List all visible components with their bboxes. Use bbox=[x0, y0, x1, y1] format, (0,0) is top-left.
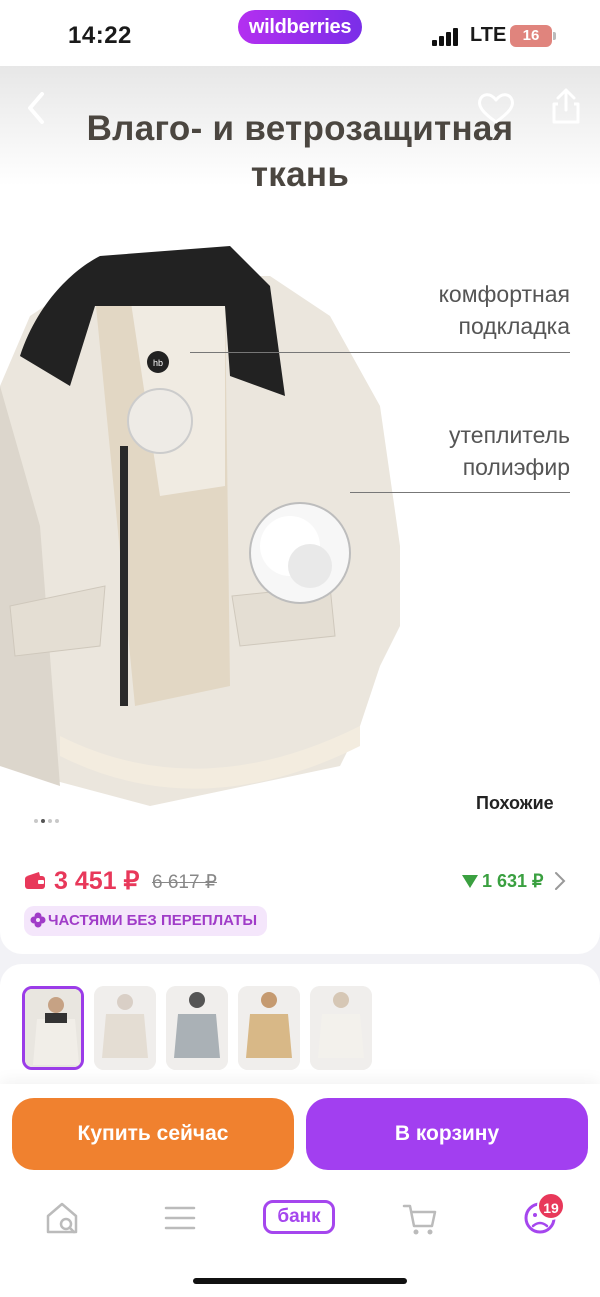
variant-thumb[interactable] bbox=[166, 986, 228, 1070]
variant-thumb[interactable] bbox=[94, 986, 156, 1070]
menu-icon[interactable] bbox=[158, 1198, 202, 1238]
callout-lining-line-2: подкладка bbox=[458, 313, 570, 339]
brand-pill[interactable]: wildberries bbox=[238, 10, 362, 44]
callout-lining-line bbox=[190, 352, 570, 353]
profile-badge: 19 bbox=[537, 1192, 565, 1220]
brand-patch-text: hb bbox=[153, 358, 163, 368]
gallery-pager bbox=[34, 810, 62, 823]
action-bar: Купить сейчас В корзину bbox=[0, 1084, 600, 1184]
headline-line-2: ткань bbox=[250, 155, 350, 194]
network-label: LTE bbox=[470, 24, 507, 46]
callout-insulation-line-1: утеплитель bbox=[449, 422, 570, 448]
installment-text: ЧАСТЯМИ БЕЗ ПЕРЕПЛАТЫ bbox=[48, 912, 258, 929]
share-icon[interactable] bbox=[546, 86, 586, 126]
variant-thumb[interactable] bbox=[310, 986, 372, 1070]
installment-icon bbox=[30, 912, 46, 928]
status-time: 14:22 bbox=[68, 22, 132, 49]
discount-value: 1 631 ₽ bbox=[482, 871, 544, 891]
status-bar: 14:22 wildberries LTE 16 bbox=[0, 0, 600, 66]
tab-bar: банк 19 bbox=[0, 1184, 600, 1297]
discount-amount[interactable]: 1 631 ₽ bbox=[462, 871, 544, 892]
down-arrow-icon bbox=[462, 875, 478, 888]
heart-icon[interactable] bbox=[476, 88, 516, 128]
product-gallery[interactable]: hb Влаго- и ветрозащитная ткань комфортн… bbox=[0, 66, 600, 838]
home-indicator bbox=[193, 1278, 407, 1284]
callout-lining-line-1: комфортная bbox=[438, 281, 570, 307]
callout-insulation: утеплитель полиэфир bbox=[449, 419, 570, 483]
callout-insulation-line bbox=[350, 492, 570, 493]
variant-thumb[interactable] bbox=[22, 986, 84, 1070]
add-to-cart-button[interactable]: В корзину bbox=[306, 1098, 588, 1170]
callout-insulation-line-2: полиэфир bbox=[462, 454, 570, 480]
current-price: 3 451 ₽ bbox=[54, 867, 140, 895]
old-price: 6 617 ₽ bbox=[152, 872, 217, 893]
jacket-image: hb bbox=[0, 246, 400, 806]
price-card: 3 451 ₽ 6 617 ₽ 1 631 ₽ ЧАСТЯМИ БЕЗ ПЕРЕ… bbox=[0, 830, 600, 954]
battery-icon: 16 bbox=[510, 25, 556, 47]
buy-now-button[interactable]: Купить сейчас bbox=[12, 1098, 294, 1170]
callout-lining: комфортная подкладка bbox=[439, 278, 570, 342]
installment-badge[interactable]: ЧАСТЯМИ БЕЗ ПЕРЕПЛАТЫ bbox=[24, 906, 268, 936]
home-search-icon[interactable] bbox=[40, 1198, 84, 1238]
bank-tab[interactable]: банк bbox=[263, 1200, 335, 1234]
signal-icon bbox=[432, 28, 460, 46]
back-icon[interactable] bbox=[18, 88, 58, 128]
similar-link[interactable]: Похожие bbox=[476, 793, 554, 814]
variant-thumb[interactable] bbox=[238, 986, 300, 1070]
cart-icon[interactable] bbox=[398, 1198, 442, 1238]
chevron-right-icon[interactable] bbox=[552, 870, 568, 892]
wallet-icon bbox=[25, 872, 45, 889]
